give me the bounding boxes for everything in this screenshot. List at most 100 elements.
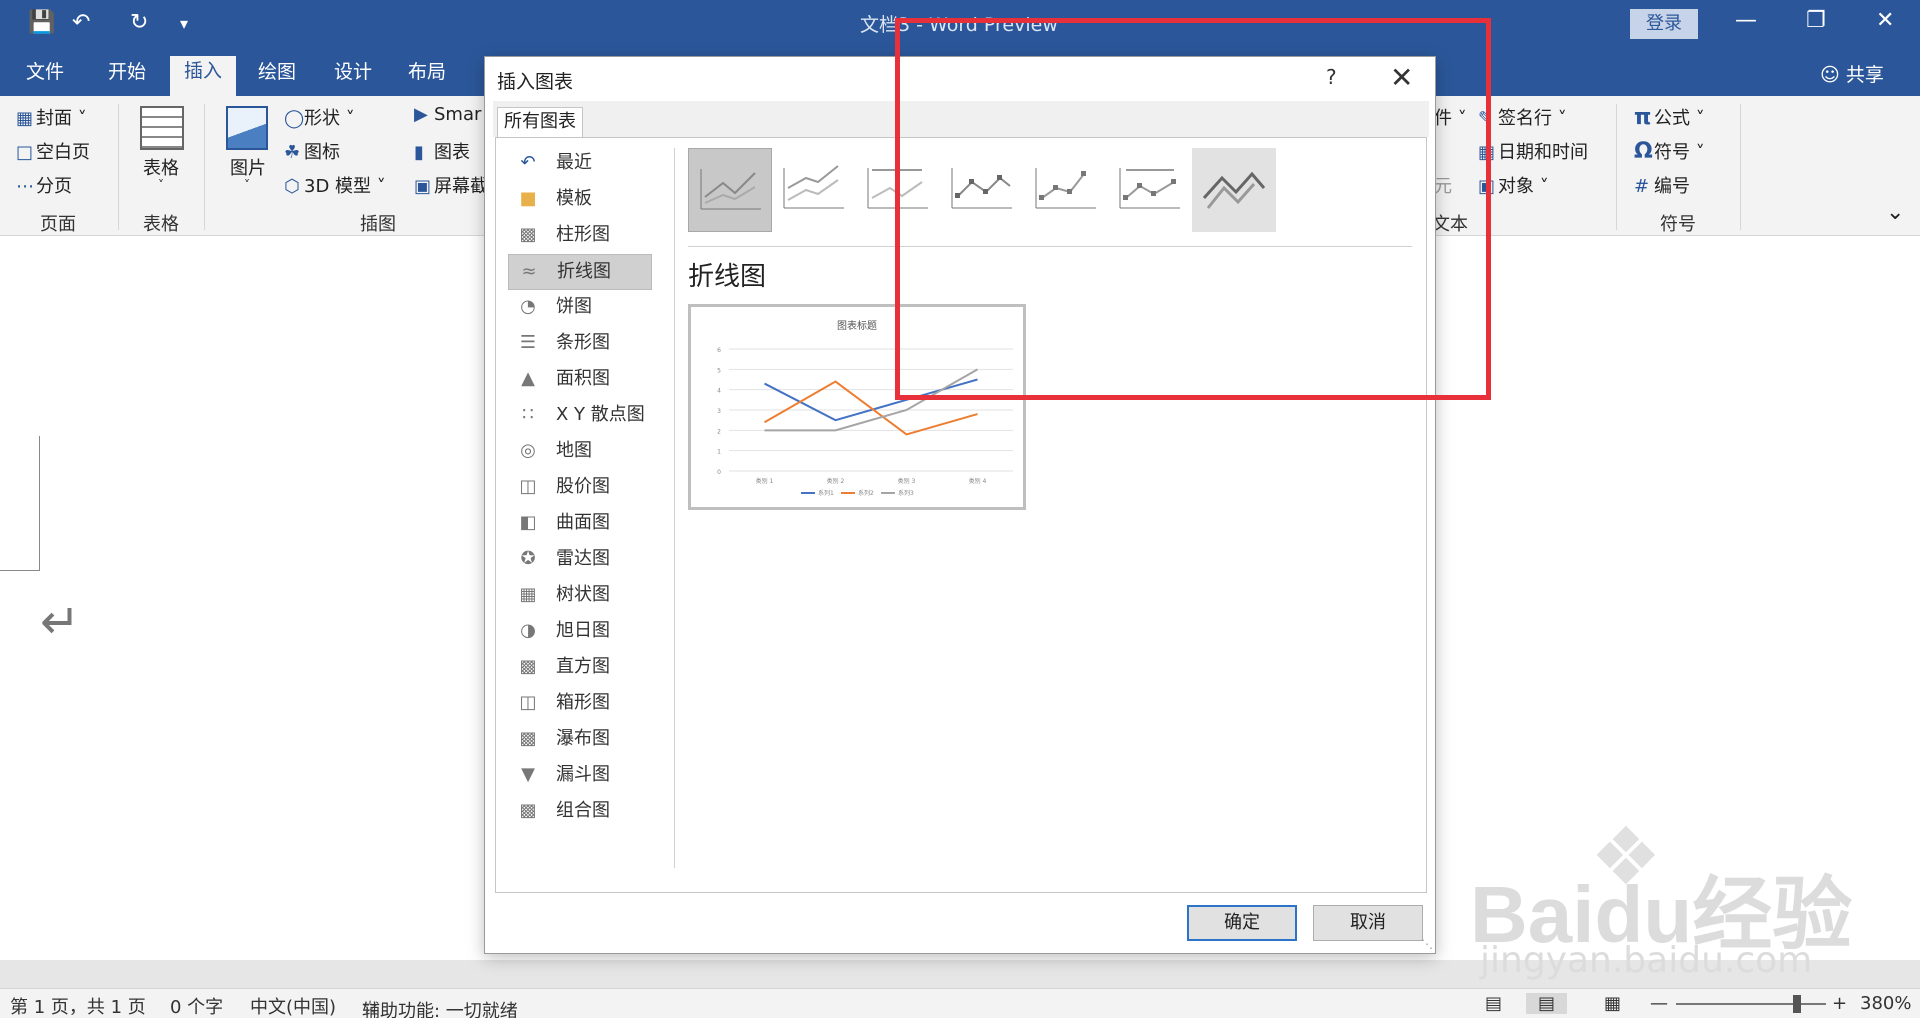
category-combo[interactable]: ▩ 组合图 xyxy=(508,794,652,830)
stock-chart-icon: ◫ xyxy=(519,476,537,497)
close-window-icon[interactable]: ✕ xyxy=(1876,8,1894,33)
number-button[interactable]: # 编号 xyxy=(1634,172,1690,198)
shapes-button[interactable]: ◯形状 ˅ xyxy=(284,104,355,130)
collapse-ribbon-icon[interactable]: ⌄ xyxy=(1886,200,1904,225)
category-map[interactable]: ◎ 地图 xyxy=(508,434,652,470)
omega-icon: Ω xyxy=(1634,139,1653,164)
read-mode-icon[interactable]: ▤ xyxy=(1485,993,1502,1014)
zoom-in-icon[interactable]: + xyxy=(1832,993,1847,1014)
subtype-line[interactable] xyxy=(688,148,772,232)
line-chart-icon: ≈ xyxy=(521,261,537,282)
group-label-pages: 页面 xyxy=(40,214,76,235)
category-surface[interactable]: ◧ 曲面图 xyxy=(508,506,652,542)
chart-preview[interactable]: 图表标题 0 1 2 3 4 5 6 类别 1 类别 2 类别 3 类别 4 系列1 系列2 系列3 xyxy=(688,304,1026,510)
subtype-100-stacked-line-markers[interactable] xyxy=(1108,148,1192,232)
customize-icon[interactable]: ▾ xyxy=(180,14,188,33)
redo-icon[interactable]: ↻ xyxy=(130,10,148,35)
category-line[interactable]: ≈ 折线图 xyxy=(508,254,652,290)
table-icon xyxy=(140,106,184,150)
preview-y-tick: 0 xyxy=(717,469,721,476)
category-treemap[interactable]: ▦ 树状图 xyxy=(508,578,652,614)
category-scatter[interactable]: ∷ X Y 散点图 xyxy=(508,398,652,434)
subtype-100-stacked-line[interactable] xyxy=(856,148,940,232)
chart-label: 图表 xyxy=(434,142,470,163)
preview-y-tick: 2 xyxy=(717,428,721,435)
title-bar: 💾 ↶ ↻ ▾ 文档3 - Word Preview 登录 — ❐ ✕ xyxy=(0,0,1920,48)
icons-button[interactable]: ☘ 图标 xyxy=(284,138,340,164)
resize-grip-icon[interactable]: ⋱ xyxy=(1421,937,1433,951)
dialog-tabstrip: 所有图表 xyxy=(493,101,1429,137)
preview-x-tick: 类别 1 xyxy=(756,477,774,485)
object-button[interactable]: ▣ 对象 ˅ xyxy=(1478,172,1549,198)
category-funnel[interactable]: ▼ 漏斗图 xyxy=(508,758,652,794)
tab-layout[interactable]: 布局 xyxy=(394,58,460,96)
category-area[interactable]: ▲ 面积图 xyxy=(508,362,652,398)
3d-model-button[interactable]: ⬡ 3D 模型 ˅ xyxy=(284,172,386,198)
category-pie[interactable]: ◔ 饼图 xyxy=(508,290,652,326)
radar-chart-icon: ✪ xyxy=(520,548,536,569)
category-sunburst[interactable]: ◑ 旭日图 xyxy=(508,614,652,650)
close-icon[interactable]: ✕ xyxy=(1390,61,1413,94)
zoom-out-icon[interactable]: — xyxy=(1650,993,1668,1014)
print-layout-icon[interactable]: ▤ xyxy=(1526,993,1568,1014)
category-recent[interactable]: ↶ 最近 xyxy=(508,146,652,182)
tab-insert[interactable]: 插入 xyxy=(170,56,237,96)
subtype-stacked-line-markers[interactable] xyxy=(1024,148,1108,232)
zoom-slider[interactable] xyxy=(1676,1003,1826,1005)
category-column[interactable]: ▩ 柱形图 xyxy=(508,218,652,254)
ok-button[interactable]: 确定 xyxy=(1187,905,1297,941)
language[interactable]: 中文(中国) xyxy=(250,993,336,1018)
category-waterfall[interactable]: ▩ 瀑布图 xyxy=(508,722,652,758)
smartart-button[interactable]: ▶ Smar xyxy=(414,104,481,125)
treemap-icon: ▦ xyxy=(519,584,537,605)
signature-line-button[interactable]: ✎ 签名行 ˅ xyxy=(1478,104,1567,130)
tab-home[interactable]: 开始 xyxy=(94,58,160,96)
preview-legend-label: 系列1 xyxy=(818,489,834,497)
tab-all-charts[interactable]: 所有图表 xyxy=(497,107,583,137)
category-radar[interactable]: ✪ 雷达图 xyxy=(508,542,652,578)
help-icon[interactable]: ? xyxy=(1326,65,1337,89)
category-stock[interactable]: ◫ 股价图 xyxy=(508,470,652,506)
date-time-button[interactable]: ▦ 日期和时间 xyxy=(1478,138,1588,164)
subtype-3d-line[interactable] xyxy=(1192,148,1276,232)
equation-label: 公式 xyxy=(1654,108,1690,129)
category-bar[interactable]: ☰ 条形图 xyxy=(508,326,652,362)
login-button[interactable]: 登录 xyxy=(1630,9,1698,39)
table-button[interactable]: 表格 xyxy=(143,154,179,180)
zoom-level[interactable]: 380% xyxy=(1860,993,1911,1014)
save-icon[interactable]: 💾 xyxy=(28,10,55,35)
table-dropdown-icon[interactable]: ˅ xyxy=(158,178,164,192)
tab-draw[interactable]: 绘图 xyxy=(244,58,310,96)
cover-page-button[interactable]: ▦ 封面 ˅ xyxy=(16,104,87,130)
zoom-slider-thumb[interactable] xyxy=(1793,995,1801,1013)
symbol-button[interactable]: Ω符号 ˅ xyxy=(1634,138,1705,164)
web-layout-icon[interactable]: ▦ xyxy=(1604,993,1621,1014)
category-histogram[interactable]: ▩ 直方图 xyxy=(508,650,652,686)
preview-x-tick: 类别 4 xyxy=(969,477,987,485)
page-count[interactable]: 第 1 页，共 1 页 xyxy=(10,993,146,1018)
category-boxwhisker[interactable]: ◫ 箱形图 xyxy=(508,686,652,722)
equation-button[interactable]: π 公式 ˅ xyxy=(1634,104,1705,130)
tab-design[interactable]: 设计 xyxy=(320,58,386,96)
page-break-button[interactable]: ⋯ 分页 xyxy=(16,172,72,198)
pie-chart-icon: ◔ xyxy=(520,296,536,317)
undo-icon[interactable]: ↶ xyxy=(72,10,90,35)
subtype-line-markers[interactable] xyxy=(940,148,1024,232)
subtype-stacked-line[interactable] xyxy=(772,148,856,232)
histogram-icon: ▩ xyxy=(519,656,537,677)
blank-page-button[interactable]: □ 空白页 xyxy=(16,138,90,164)
shapes-label: 形状 xyxy=(304,108,340,129)
screenshot-button[interactable]: ▣ 屏幕截 xyxy=(414,172,488,198)
picture-button[interactable]: 图片 xyxy=(230,154,266,180)
chart-button[interactable]: ▮ 图表 xyxy=(414,138,470,164)
scatter-chart-icon: ∷ xyxy=(522,404,534,425)
minimize-icon[interactable]: — xyxy=(1735,8,1757,33)
preview-legend-label: 系列3 xyxy=(898,489,914,497)
share-button[interactable]: ☺ 共享 xyxy=(1820,60,1884,87)
restore-icon[interactable]: ❐ xyxy=(1806,8,1826,33)
category-templates[interactable]: ■ 模板 xyxy=(508,182,652,218)
cancel-button[interactable]: 取消 xyxy=(1313,905,1423,941)
tab-file[interactable]: 文件 xyxy=(12,58,78,96)
picture-dropdown-icon[interactable]: ˅ xyxy=(244,178,250,192)
word-count[interactable]: 0 个字 xyxy=(170,993,223,1018)
